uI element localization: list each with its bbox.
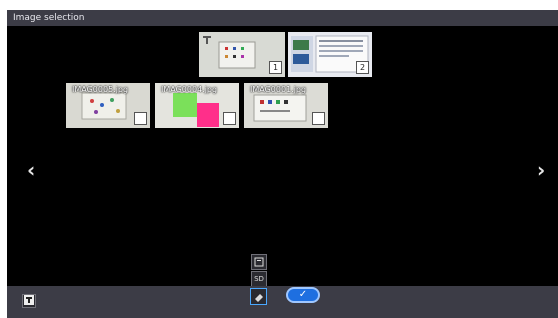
image-thumbnail-2[interactable]: 2 — [288, 32, 372, 77]
next-page-button[interactable]: › — [537, 160, 545, 180]
screen: Image selection 1 2 IMAG0005.jpg IMAG000… — [7, 10, 558, 318]
device-frame: Image selection 1 2 IMAG0005.jpg IMAG000… — [0, 0, 558, 318]
selection-checkbox[interactable] — [312, 112, 325, 125]
selection-order-badge: 2 — [356, 61, 369, 74]
image-filename: IMAG0001.jpg — [250, 85, 307, 94]
image-thumbnail-5[interactable]: IMAG0001.jpg — [244, 83, 328, 128]
prev-page-button[interactable]: ‹ — [27, 160, 35, 180]
window-title: Image selection — [7, 10, 558, 26]
selection-checkbox[interactable] — [223, 112, 236, 125]
image-thumbnail-1[interactable]: 1 — [199, 32, 285, 77]
selection-checkbox[interactable] — [134, 112, 147, 125]
image-filename: IMAG0005.jpg — [72, 85, 129, 94]
bottom-toolbar — [7, 286, 558, 318]
page-glyph — [254, 257, 264, 267]
image-thumbnail-3[interactable]: IMAG0005.jpg — [66, 83, 150, 128]
sd-card-icon[interactable]: SD — [251, 271, 267, 287]
eraser-glyph — [254, 294, 263, 302]
eraser-icon[interactable] — [250, 288, 267, 305]
selection-order-badge: 1 — [269, 61, 282, 74]
image-thumbnail-4[interactable]: IMAG0004.jpg — [155, 83, 239, 128]
page-icon[interactable] — [251, 254, 267, 270]
confirm-button[interactable]: ✓ — [286, 287, 320, 303]
text-glyph — [24, 295, 34, 305]
image-filename: IMAG0004.jpg — [161, 85, 218, 94]
text-tool-icon[interactable] — [22, 294, 36, 308]
